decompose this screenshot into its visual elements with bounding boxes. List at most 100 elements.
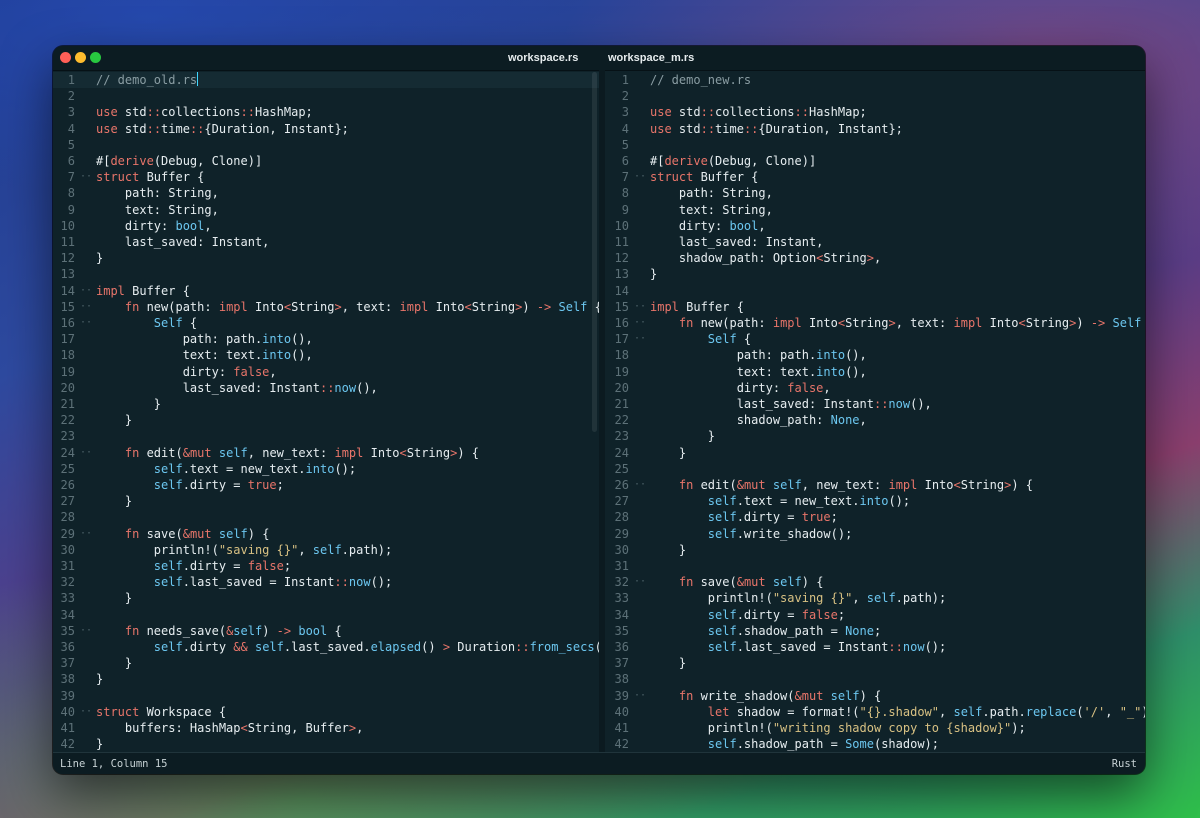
right-code-line[interactable]: 22 shadow_path: None,	[605, 412, 1145, 428]
right-code-line[interactable]: 19 text: text.into(),	[605, 364, 1145, 380]
code-text[interactable]: fn needs_save(&self) -> bool {	[96, 623, 342, 639]
code-text[interactable]: let shadow = format!("{}.shadow", self.p…	[650, 704, 1145, 720]
right-code-line[interactable]: 6 #[derive(Debug, Clone)]	[605, 153, 1145, 169]
right-code-line[interactable]: 4 use std::time::{Duration, Instant};	[605, 121, 1145, 137]
right-code-line[interactable]: 8 path: String,	[605, 185, 1145, 201]
right-code-line[interactable]: 12 shadow_path: Option<String>,	[605, 250, 1145, 266]
fold-marker-icon[interactable]: ··	[80, 315, 92, 331]
code-text[interactable]: }	[650, 542, 686, 558]
fold-marker-icon[interactable]: ··	[80, 299, 92, 315]
code-text[interactable]: path: path.into(),	[650, 347, 867, 363]
code-text[interactable]: #[derive(Debug, Clone)]	[96, 153, 262, 169]
left-code-line[interactable]: 35 ·· fn needs_save(&self) -> bool {	[53, 623, 599, 639]
left-code-line[interactable]: 15 ·· fn new(path: impl Into<String>, tex…	[53, 299, 599, 315]
code-text[interactable]: }	[96, 412, 132, 428]
left-code-line[interactable]: 2	[53, 88, 599, 104]
code-text[interactable]: Self {	[96, 315, 197, 331]
code-text[interactable]: use std::time::{Duration, Instant};	[650, 121, 903, 137]
code-text[interactable]: self.text = new_text.into();	[96, 461, 356, 477]
code-text[interactable]: self.text = new_text.into();	[650, 493, 910, 509]
right-code-line[interactable]: 34 self.dirty = false;	[605, 607, 1145, 623]
left-code-line[interactable]: 5	[53, 137, 599, 153]
left-code-line[interactable]: 1 // demo_old.rs	[53, 72, 599, 89]
fold-marker-icon[interactable]: ··	[80, 623, 92, 639]
left-code-line[interactable]: 31 self.dirty = false;	[53, 558, 599, 574]
editor-pane-left[interactable]: 1 // demo_old.rs 2 3 use std::collections::H…	[53, 70, 599, 752]
left-code-line[interactable]: 24 ·· fn edit(&mut self, new_text: impl I…	[53, 445, 599, 461]
code-text[interactable]: last_saved: Instant,	[650, 234, 824, 250]
right-code-line[interactable]: 27 self.text = new_text.into();	[605, 493, 1145, 509]
code-text[interactable]: }	[96, 250, 103, 266]
code-text[interactable]: dirty: bool,	[650, 218, 766, 234]
left-code-line[interactable]: 17 path: path.into(),	[53, 331, 599, 347]
right-code-line[interactable]: 15 ·· impl Buffer {	[605, 299, 1145, 315]
code-text[interactable]: fn save(&mut self) {	[96, 526, 270, 542]
right-code-line[interactable]: 42 self.shadow_path = Some(shadow);	[605, 736, 1145, 752]
right-code-line[interactable]: 17 ·· Self {	[605, 331, 1145, 347]
fold-marker-icon[interactable]: ··	[634, 477, 646, 493]
left-code-line[interactable]: 37 }	[53, 655, 599, 671]
code-text[interactable]: struct Buffer {	[650, 169, 758, 185]
right-code-line[interactable]: 38	[605, 671, 1145, 687]
code-text[interactable]: fn write_shadow(&mut self) {	[650, 688, 881, 704]
code-text[interactable]: struct Buffer {	[96, 169, 204, 185]
left-code-line[interactable]: 9 text: String,	[53, 202, 599, 218]
code-text[interactable]: use std::collections::HashMap;	[650, 104, 867, 120]
right-code-line[interactable]: 2	[605, 88, 1145, 104]
code-text[interactable]: self.shadow_path = None;	[650, 623, 881, 639]
right-code-line[interactable]: 26 ·· fn edit(&mut self, new_text: impl I…	[605, 477, 1145, 493]
right-code-line[interactable]: 10 dirty: bool,	[605, 218, 1145, 234]
right-code-line[interactable]: 1 // demo_new.rs	[605, 72, 1145, 88]
left-code-line[interactable]: 23	[53, 428, 599, 444]
fold-marker-icon[interactable]: ··	[80, 283, 92, 299]
left-code-line[interactable]: 28	[53, 509, 599, 525]
left-code-line[interactable]: 14 ·· impl Buffer {	[53, 283, 599, 299]
code-text[interactable]: buffers: HashMap<String, Buffer>,	[96, 720, 363, 736]
code-text[interactable]: Self {	[650, 331, 751, 347]
right-code-line[interactable]: 21 last_saved: Instant::now(),	[605, 396, 1145, 412]
left-code-line[interactable]: 21 }	[53, 396, 599, 412]
code-text[interactable]: text: String,	[96, 202, 219, 218]
right-code-line[interactable]: 37 }	[605, 655, 1145, 671]
fold-marker-icon[interactable]: ··	[634, 331, 646, 347]
code-text[interactable]: shadow_path: Option<String>,	[650, 250, 881, 266]
minimize-window-button[interactable]	[75, 52, 86, 63]
code-text[interactable]: fn edit(&mut self, new_text: impl Into<S…	[96, 445, 479, 461]
scrollbar-thumb[interactable]	[592, 72, 597, 432]
right-code-line[interactable]: 24 }	[605, 445, 1145, 461]
code-text[interactable]: }	[650, 655, 686, 671]
left-code-line[interactable]: 36 self.dirty && self.last_saved.elapsed…	[53, 639, 599, 655]
right-code-line[interactable]: 16 ·· fn new(path: impl Into<String>, tex…	[605, 315, 1145, 331]
code-text[interactable]: println!("saving {}", self.path);	[96, 542, 392, 558]
code-text[interactable]: }	[96, 396, 161, 412]
code-text[interactable]: fn save(&mut self) {	[650, 574, 824, 590]
close-window-button[interactable]	[60, 52, 71, 63]
fold-marker-icon[interactable]: ··	[80, 445, 92, 461]
left-code-line[interactable]: 38}	[53, 671, 599, 687]
left-code-line[interactable]: 42}	[53, 736, 599, 752]
right-code-line[interactable]: 35 self.shadow_path = None;	[605, 623, 1145, 639]
code-text[interactable]: }	[650, 428, 715, 444]
code-text[interactable]: path: String,	[96, 185, 219, 201]
code-text[interactable]: struct Workspace {	[96, 704, 226, 720]
code-text[interactable]: }	[96, 671, 103, 687]
code-text[interactable]: self.last_saved = Instant::now();	[650, 639, 946, 655]
code-text[interactable]: fn edit(&mut self, new_text: impl Into<S…	[650, 477, 1033, 493]
code-text[interactable]: // demo_old.rs	[96, 72, 199, 88]
left-code-line[interactable]: 7 ·· struct Buffer {	[53, 169, 599, 185]
code-text[interactable]: text: String,	[650, 202, 773, 218]
right-code-line[interactable]: 30 }	[605, 542, 1145, 558]
code-text[interactable]: use std::time::{Duration, Instant};	[96, 121, 349, 137]
left-code-line[interactable]: 39	[53, 688, 599, 704]
left-code-line[interactable]: 4 use std::time::{Duration, Instant};	[53, 121, 599, 137]
left-code-line[interactable]: 40 ·· struct Workspace {	[53, 704, 599, 720]
right-code-line[interactable]: 40 let shadow = format!("{}.shadow", sel…	[605, 704, 1145, 720]
left-code-line[interactable]: 13	[53, 266, 599, 282]
fold-marker-icon[interactable]: ··	[80, 704, 92, 720]
code-text[interactable]: self.dirty = true;	[96, 477, 284, 493]
code-text[interactable]: }	[650, 445, 686, 461]
cursor-position[interactable]: Line 1, Column 15	[60, 758, 167, 770]
code-text[interactable]: }	[96, 493, 132, 509]
code-text[interactable]: }	[96, 590, 132, 606]
editor-pane-right[interactable]: 1 // demo_new.rs 2 3 use std::collections::H…	[605, 70, 1145, 752]
